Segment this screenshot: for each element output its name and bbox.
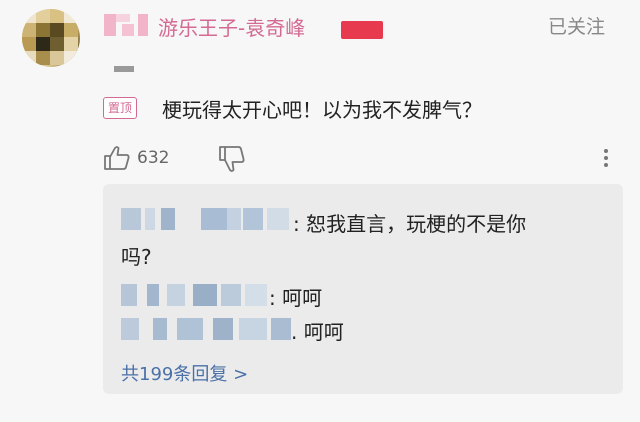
username[interactable]: 游乐王子-袁奇峰 [158, 12, 305, 41]
reply-1-text: : 恕我直言，玩梗的不是你 [293, 212, 527, 236]
follow-button[interactable]: 已关注 [548, 12, 605, 39]
more-vertical-icon[interactable] [598, 146, 614, 172]
reply-2-username-mosaic [121, 284, 269, 306]
reply-3-text: . 呵呵 [291, 320, 344, 344]
avatar[interactable] [22, 9, 80, 67]
reply-1-text-line2: 吗? [121, 245, 152, 269]
thumbs-down-icon[interactable] [217, 143, 247, 175]
thumbs-up-icon[interactable] [102, 143, 132, 173]
reply-3-username-mosaic [121, 318, 291, 340]
reply-preview-box[interactable]: : 恕我直言，玩梗的不是你 吗? : 呵呵 . 呵呵 共199条回复 > [103, 184, 623, 394]
user-meta-mosaic [114, 66, 134, 72]
reply-1-username-mosaic [121, 208, 291, 230]
reply-2-text: : 呵呵 [269, 286, 323, 310]
comment-text: 梗玩得太开心吧！以为我不发脾气？ [162, 98, 482, 122]
view-more-replies-link[interactable]: 共199条回复 > [121, 360, 248, 386]
pinned-tag: 置顶 [103, 97, 138, 119]
like-count: 632 [137, 148, 170, 168]
level-badge [341, 21, 383, 39]
